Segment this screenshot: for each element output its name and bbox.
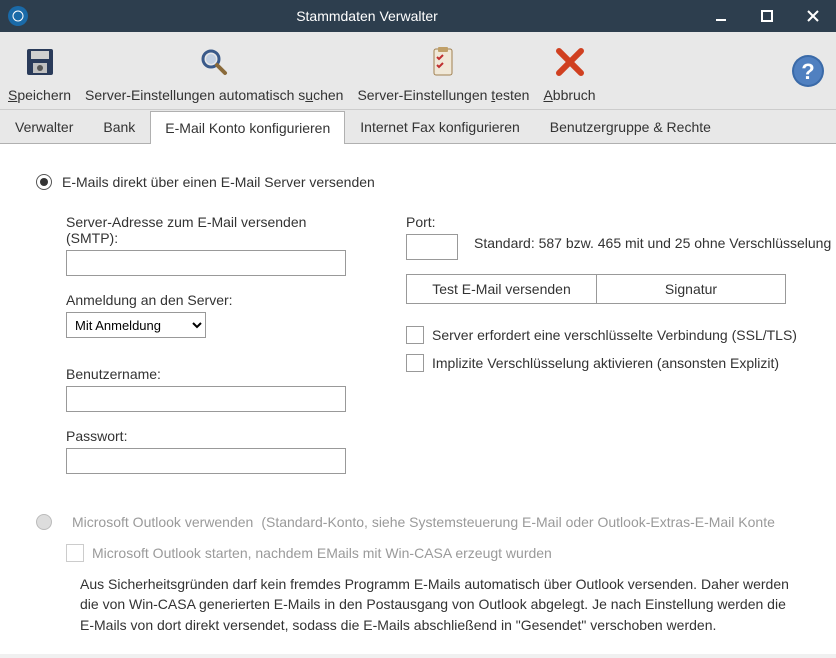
window-controls: [698, 0, 836, 32]
svg-text:?: ?: [801, 59, 814, 84]
checkbox-icon: [406, 354, 424, 372]
password-label: Passwort:: [66, 428, 356, 444]
tab-verwalter[interactable]: Verwalter: [0, 110, 88, 143]
radio-direct-send[interactable]: E-Mails direkt über einen E-Mail Server …: [36, 174, 800, 190]
login-label: Anmeldung an den Server:: [66, 292, 356, 308]
ssl-label: Server erfordert eine verschlüsselte Ver…: [432, 327, 797, 343]
left-column: Server-Adresse zum E-Mail versenden (SMT…: [66, 214, 356, 490]
minimize-button[interactable]: [698, 0, 744, 32]
maximize-button[interactable]: [744, 0, 790, 32]
checklist-icon: [426, 41, 460, 83]
radio-outlook-label: Microsoft Outlook verwenden: [72, 514, 253, 530]
radio-outlook[interactable]: Microsoft Outlook verwenden (Standard-Ko…: [36, 514, 800, 530]
username-label: Benutzername:: [66, 366, 356, 382]
close-button[interactable]: [790, 0, 836, 32]
window-title: Stammdaten Verwalter: [36, 8, 698, 24]
ssl-checkbox-row[interactable]: Server erfordert eine verschlüsselte Ver…: [406, 326, 836, 344]
tab-fax[interactable]: Internet Fax konfigurieren: [345, 110, 535, 143]
outlook-section: Microsoft Outlook verwenden (Standard-Ko…: [36, 514, 800, 635]
close-x-icon: [553, 41, 587, 83]
magnifier-icon: [197, 41, 231, 83]
save-label: Speichern: [8, 87, 71, 103]
signature-button[interactable]: Signatur: [596, 274, 786, 304]
test-email-button[interactable]: Test E-Mail versenden: [406, 274, 596, 304]
help-button[interactable]: ?: [790, 53, 826, 89]
tab-group[interactable]: Benutzergruppe & Rechte: [535, 110, 726, 143]
outlook-description: Aus Sicherheitsgründen darf kein fremdes…: [80, 574, 800, 635]
test-settings-label: Server-Einstellungen testen: [357, 87, 529, 103]
checkbox-icon: [406, 326, 424, 344]
login-select[interactable]: Mit Anmeldung: [66, 312, 206, 338]
abort-label: Abbruch: [543, 87, 595, 103]
content-area: E-Mails direkt über einen E-Mail Server …: [0, 144, 836, 654]
port-hint: Standard: 587 bzw. 465 mit und 25 ohne V…: [474, 234, 831, 253]
password-input[interactable]: [66, 448, 346, 474]
smtp-label: Server-Adresse zum E-Mail versenden (SMT…: [66, 214, 356, 246]
tab-email[interactable]: E-Mail Konto konfigurieren: [150, 111, 345, 144]
right-column: Port: Standard: 587 bzw. 465 mit und 25 …: [406, 214, 836, 490]
help-icon: ?: [790, 53, 826, 89]
radio-outlook-extra: (Standard-Konto, siehe Systemsteuerung E…: [261, 514, 775, 530]
tab-bank[interactable]: Bank: [88, 110, 150, 143]
tab-bar: Verwalter Bank E-Mail Konto konfiguriere…: [0, 110, 836, 144]
save-button[interactable]: Speichern: [8, 41, 71, 103]
checkbox-icon: [66, 544, 84, 562]
title-bar: Stammdaten Verwalter: [0, 0, 836, 32]
smtp-input[interactable]: [66, 250, 346, 276]
port-input[interactable]: [406, 234, 458, 260]
app-icon: [8, 6, 28, 26]
auto-search-button[interactable]: Server-Einstellungen automatisch suchen: [85, 41, 343, 103]
radio-direct-label: E-Mails direkt über einen E-Mail Server …: [62, 174, 375, 190]
auto-search-label: Server-Einstellungen automatisch suchen: [85, 87, 343, 103]
outlook-start-checkbox[interactable]: Microsoft Outlook starten, nachdem EMail…: [66, 544, 800, 562]
radio-icon: [36, 174, 52, 190]
implicit-label: Implizite Verschlüsselung aktivieren (an…: [432, 355, 779, 371]
test-settings-button[interactable]: Server-Einstellungen testen: [357, 41, 529, 103]
username-input[interactable]: [66, 386, 346, 412]
outlook-start-label: Microsoft Outlook starten, nachdem EMail…: [92, 545, 552, 561]
abort-button[interactable]: Abbruch: [543, 41, 595, 103]
radio-icon: [36, 514, 52, 530]
floppy-icon: [23, 41, 57, 83]
port-label: Port:: [406, 214, 836, 230]
toolbar: Speichern Server-Einstellungen automatis…: [0, 32, 836, 110]
implicit-checkbox-row[interactable]: Implizite Verschlüsselung aktivieren (an…: [406, 354, 836, 372]
